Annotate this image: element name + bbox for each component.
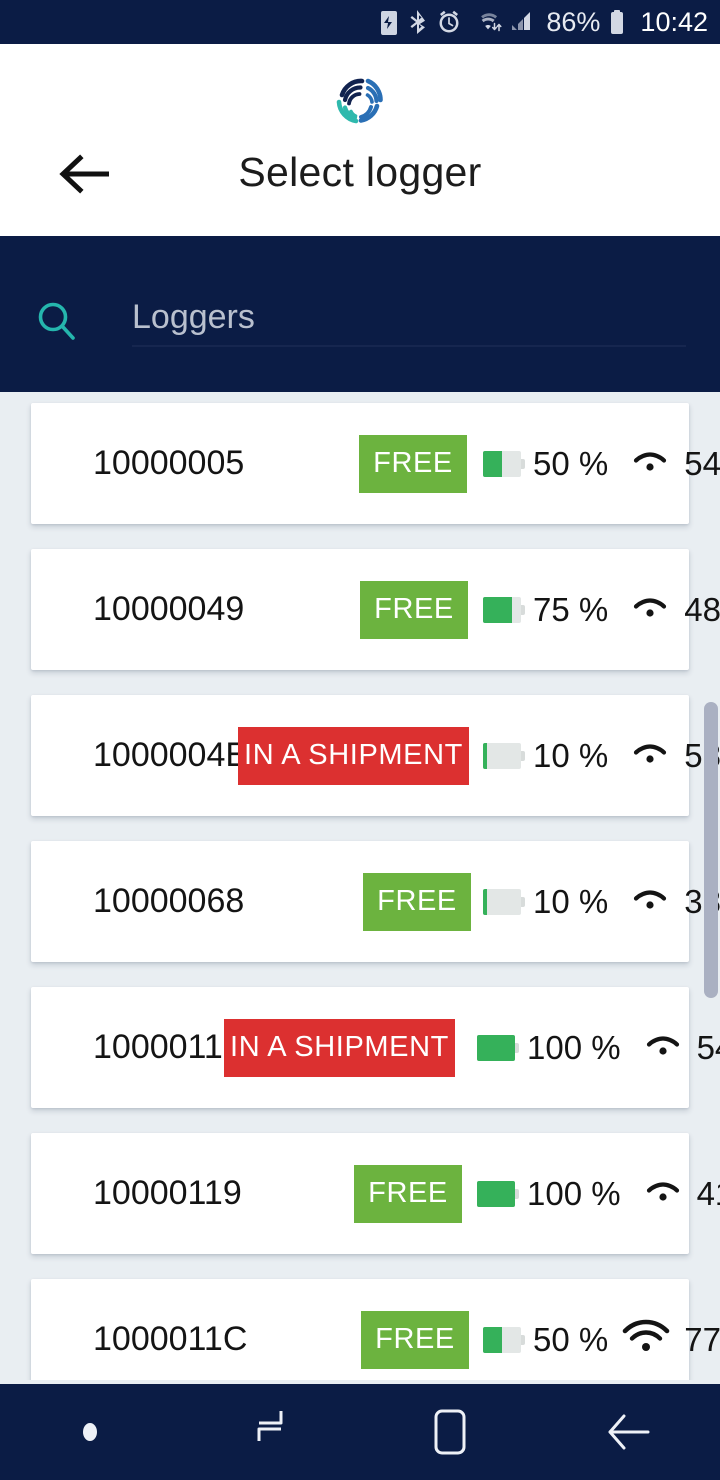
status-badge: FREE: [359, 434, 467, 493]
battery-percent: 10 %: [533, 882, 609, 920]
logger-id: 1000004E: [93, 736, 249, 774]
battery-percent: 50 %: [533, 444, 609, 482]
nav-back-button[interactable]: [540, 1384, 720, 1480]
bluetooth-icon: [408, 8, 428, 36]
nav-recents-button[interactable]: [180, 1384, 360, 1480]
signal-icon: [630, 592, 670, 627]
status-badge: IN A SHIPMENT: [224, 1018, 455, 1077]
app-logo-icon: [328, 69, 392, 133]
battery-icon: [483, 888, 525, 915]
signal-icon: [643, 1176, 683, 1211]
status-badge: IN A SHIPMENT: [238, 726, 469, 785]
page-title: Select logger: [238, 149, 482, 195]
battery-icon: [477, 1180, 519, 1207]
logger-metrics: 50 % 77 %: [483, 1319, 720, 1360]
battery-percent: 10 %: [533, 736, 609, 774]
signal-icon: [630, 446, 670, 481]
status-badge: FREE: [363, 872, 471, 931]
logger-card[interactable]: 1000004EIN A SHIPMENT 10 %58 %: [31, 695, 720, 816]
logger-card[interactable]: 10000068 FREE 10 %38 %: [31, 841, 720, 962]
logger-card[interactable]: 1000011C FREE 50 % 77 %: [31, 1279, 720, 1380]
logger-id: 10000068: [93, 882, 245, 920]
logger-metrics: 100 % 41 %: [477, 1175, 720, 1213]
arrow-left-icon: [608, 1414, 650, 1450]
app-bar: Select logger: [0, 44, 720, 236]
logger-metrics: 100 % 54 %: [477, 1029, 720, 1067]
signal-icon: [622, 1319, 670, 1360]
logger-metrics: 50 % 54 %: [483, 445, 720, 483]
logger-card[interactable]: 10000116IN A SHIPMENT 100 % 54 %: [31, 987, 720, 1108]
dot-icon: [83, 1423, 97, 1441]
logger-card[interactable]: 10000005 FREE 50 % 54 %: [31, 403, 720, 524]
wifi-icon: [470, 8, 502, 36]
home-square-icon: [434, 1409, 466, 1455]
battery-icon: [483, 596, 525, 623]
signal-percent: 48 %: [684, 590, 720, 628]
battery-percent: 75 %: [533, 590, 609, 628]
status-battery-percent: 86%: [546, 6, 601, 37]
signal-percent: 77 %: [684, 1320, 720, 1358]
battery-percent: 100 %: [527, 1174, 621, 1212]
battery-icon: [483, 1326, 525, 1353]
search-icon[interactable]: [34, 299, 80, 345]
status-clock: 10:42: [640, 6, 708, 37]
battery-percent: 100 %: [527, 1028, 621, 1066]
android-nav-bar: [0, 1384, 720, 1480]
recents-icon: [257, 1411, 283, 1441]
status-badge: FREE: [354, 1164, 462, 1223]
signal-percent: 54 %: [696, 1028, 720, 1066]
signal-icon: [630, 738, 670, 773]
search-field: [132, 294, 686, 350]
nav-home-button[interactable]: [360, 1384, 540, 1480]
status-badge: FREE: [360, 580, 468, 639]
list-scrollbar-thumb[interactable]: [704, 702, 718, 998]
logger-metrics: 10 %38 %: [483, 883, 720, 921]
logger-id: 10000049: [93, 590, 245, 628]
logger-card[interactable]: 10000049 FREE 75 % 48 %: [31, 549, 720, 670]
logger-metrics: 10 %58 %: [483, 737, 720, 775]
search-underline: [132, 345, 686, 347]
nav-dot-indicator: [0, 1384, 180, 1480]
search-input[interactable]: [132, 294, 686, 340]
logger-card[interactable]: 10000119 FREE 100 % 41 %: [31, 1133, 720, 1254]
logger-id: 10000005: [93, 444, 245, 482]
signal-percent: 54 %: [684, 444, 720, 482]
cellular-signal-icon: [510, 8, 536, 36]
signal-percent: 41 %: [696, 1174, 720, 1212]
phone-screen: 86% 10:42 Select logger Loggers 10000005…: [0, 0, 720, 1480]
battery-icon: [483, 742, 525, 769]
search-row: [34, 294, 686, 350]
logger-id: 1000011C: [93, 1320, 248, 1358]
signal-icon: [643, 1030, 683, 1065]
logger-list[interactable]: 10000005 FREE 50 % 54 % 10000049 FREE 75 % 48 %…: [0, 392, 720, 1380]
signal-icon: [630, 884, 670, 919]
battery-icon: [608, 8, 626, 36]
alarm-icon: [436, 8, 462, 36]
battery-saver-icon: [378, 8, 400, 36]
search-bar-container: [0, 236, 720, 392]
status-bar: 86% 10:42: [0, 0, 720, 44]
logger-id: 10000119: [93, 1174, 242, 1212]
battery-percent: 50 %: [533, 1320, 609, 1358]
battery-icon: [477, 1034, 519, 1061]
logger-metrics: 75 % 48 %: [483, 591, 720, 629]
battery-icon: [483, 450, 525, 477]
logger-id: 10000116: [93, 1028, 242, 1066]
status-badge: FREE: [361, 1310, 469, 1369]
